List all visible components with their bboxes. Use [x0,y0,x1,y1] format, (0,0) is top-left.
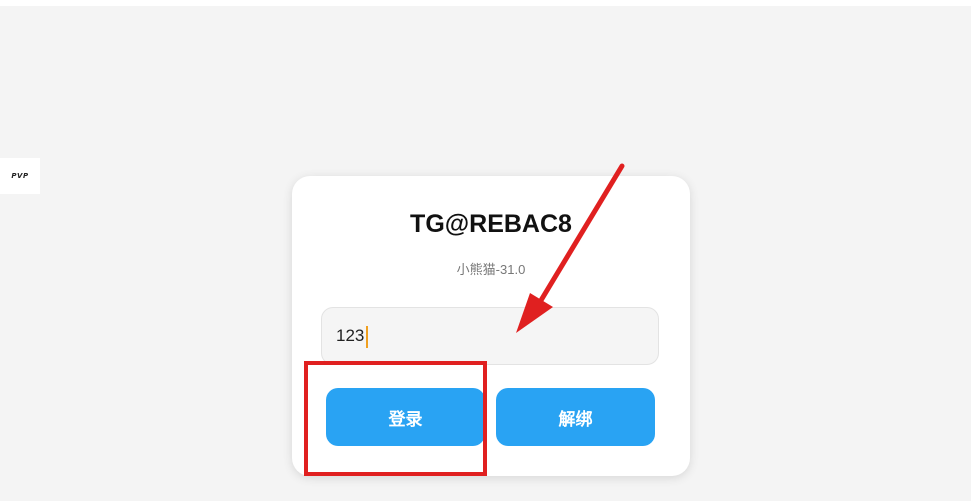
card-subtitle: 小熊猫-31.0 [456,262,526,277]
card-title: TG@REBAC8 [410,210,572,238]
unbind-button[interactable]: 解绑 [496,388,655,446]
top-bar [0,0,971,6]
login-button[interactable]: 登录 [326,388,485,446]
pvp-badge-label: PVP [11,172,29,180]
pvp-badge[interactable]: PVP [0,158,40,194]
text-caret [366,326,368,348]
login-card: TG@REBAC8 小熊猫-31.0 登录 解绑 [292,176,690,476]
code-input[interactable] [321,307,659,365]
